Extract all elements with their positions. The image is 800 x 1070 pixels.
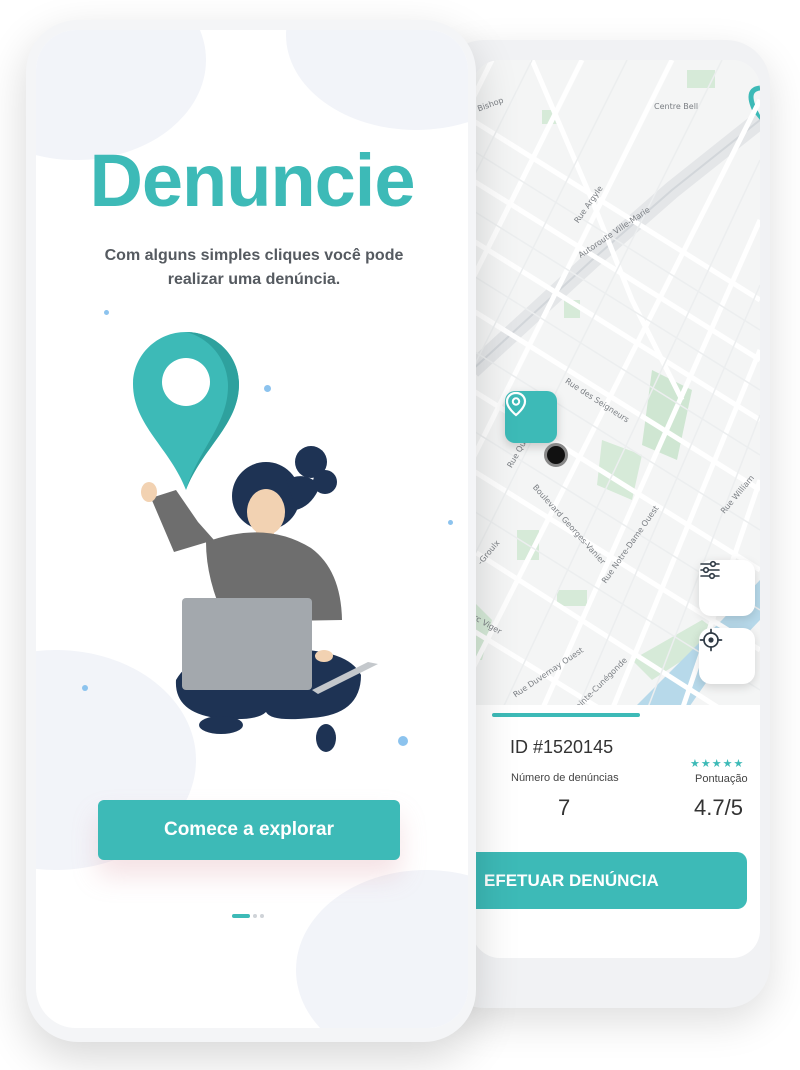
submit-report-button[interactable]: EFETUAR DENÚNCIA (472, 852, 747, 909)
page-indicator-dot[interactable] (253, 914, 257, 918)
woman-with-laptop-illustration (133, 332, 378, 752)
page-indicator-dot[interactable] (260, 914, 264, 918)
page-title: Denuncie (89, 139, 415, 222)
street-label: Centre Bell (654, 102, 699, 111)
decor-dot (104, 310, 109, 315)
report-id: ID #1520145 (510, 737, 614, 757)
location-marker (544, 443, 568, 467)
map-screen: Bishop Centre Bell Rue Argyle Autoroute … (472, 60, 760, 958)
report-card: ID #1520145 Número de denúncias 7 ★★★★★ … (472, 705, 760, 958)
sliders-icon[interactable] (699, 560, 755, 616)
rating-stars: ★★★★★ (690, 758, 745, 770)
map-view[interactable]: Bishop Centre Bell Rue Argyle Autoroute … (472, 60, 760, 723)
start-exploring-button[interactable]: Comece a explorar (98, 800, 400, 860)
page-indicator (232, 914, 264, 918)
onboarding-screen: Denuncie Com alguns simples cliques você… (36, 30, 468, 1028)
report-count-value: 7 (558, 795, 571, 820)
decor-dot (82, 685, 88, 691)
decor-dot (448, 520, 453, 525)
score-label: Pontuação (695, 773, 748, 785)
background-shape (296, 870, 468, 1028)
progress-bar (492, 713, 640, 717)
page-subtitle: Com alguns simples cliques você pode rea… (104, 247, 404, 288)
score-value: 4.7/5 (694, 795, 743, 820)
map-pin-icon[interactable] (505, 391, 557, 443)
crosshair-icon[interactable] (699, 628, 755, 684)
report-count-label: Número de denúncias (511, 772, 619, 784)
page-indicator-dot-active[interactable] (232, 914, 250, 918)
background-shape (286, 30, 468, 130)
